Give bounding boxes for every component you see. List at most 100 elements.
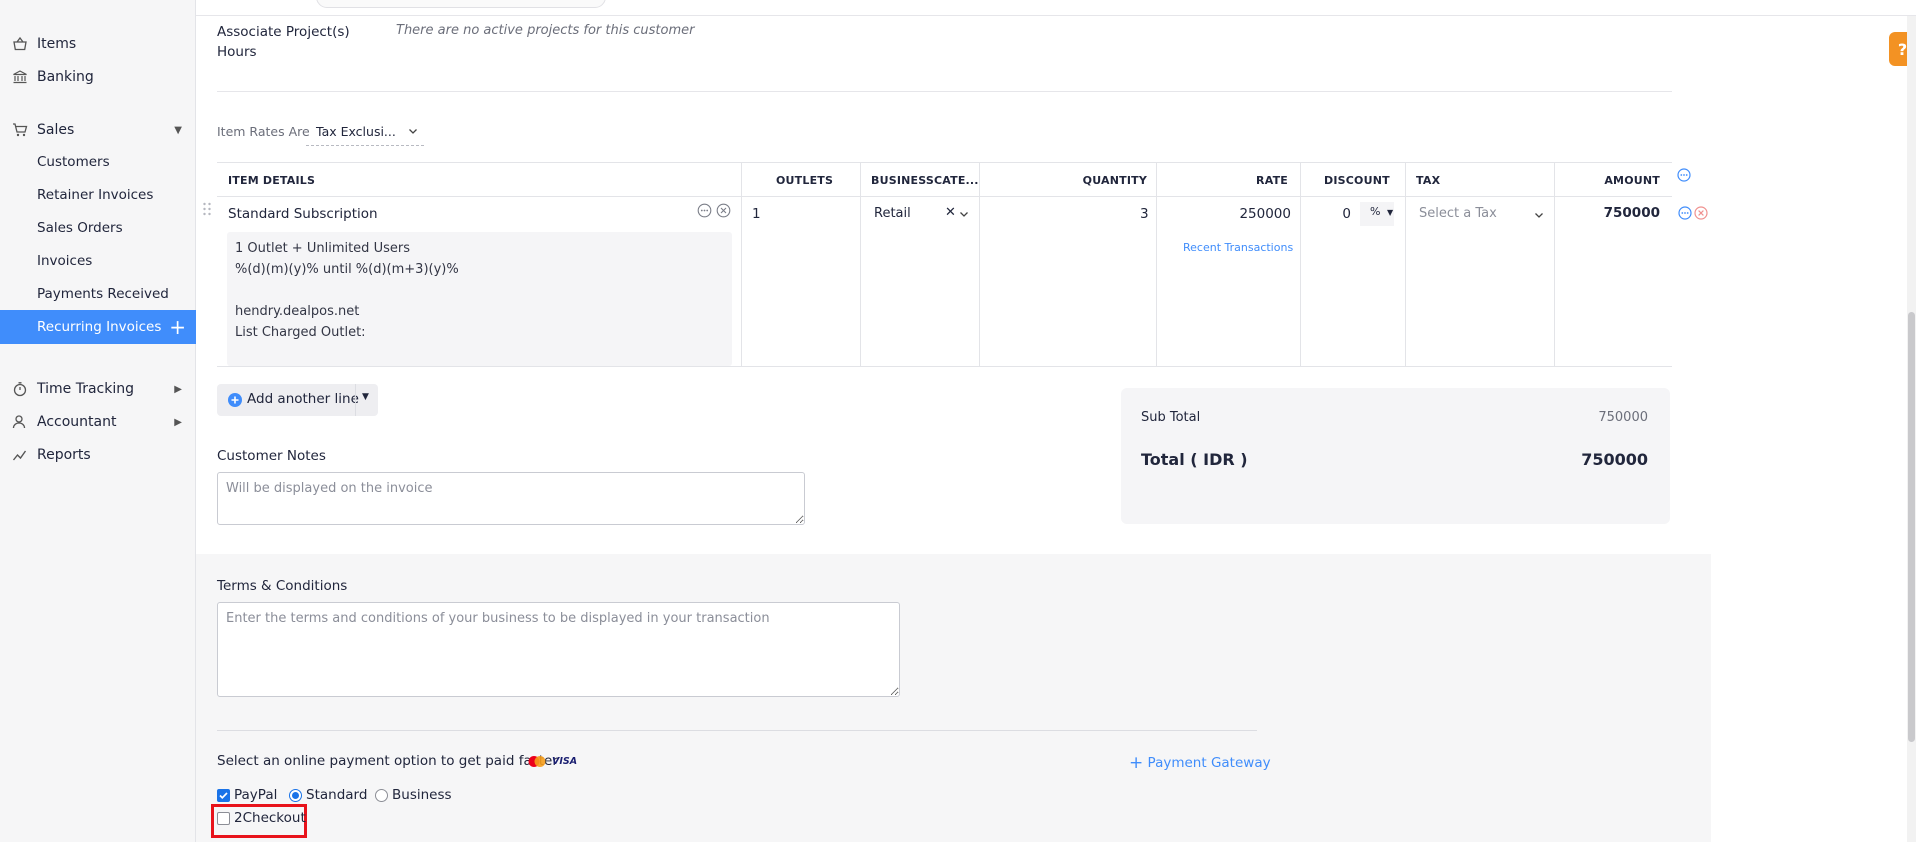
- sidebar-item-time-tracking[interactable]: Time Tracking ▶: [0, 373, 196, 405]
- item-rates-value: Tax Exclusi...: [316, 124, 396, 139]
- sidebar-item-label: Sales: [37, 122, 75, 138]
- sidebar-item-sales[interactable]: Sales ▼: [0, 114, 196, 146]
- drag-handle-icon[interactable]: [202, 201, 212, 221]
- description-line: List Charged Outlet:: [235, 325, 366, 340]
- accountant-icon: [11, 413, 29, 431]
- discount-unit-select[interactable]: % ▼: [1360, 202, 1394, 226]
- payment-gateway-label: Payment Gateway: [1147, 755, 1271, 771]
- sidebar-item-accountant[interactable]: Accountant ▶: [0, 406, 196, 438]
- item-rates-label: Item Rates Are: [217, 124, 310, 139]
- sidebar-item-banking[interactable]: Banking: [0, 61, 196, 93]
- rate-input[interactable]: 250000: [1215, 206, 1291, 222]
- items-table-header: ITEM DETAILS OUTLETS BUSINESSCATE... QUA…: [217, 162, 1672, 197]
- paypal-checkbox[interactable]: [217, 789, 230, 802]
- search-input[interactable]: [316, 0, 606, 8]
- totals-panel: Sub Total 750000 Total ( IDR ) 750000: [1121, 388, 1670, 524]
- caret-down-icon[interactable]: ▼: [362, 392, 369, 402]
- col-item-details: ITEM DETAILS: [228, 174, 316, 187]
- sub-total-label: Sub Total: [1141, 410, 1201, 425]
- item-name[interactable]: Standard Subscription: [228, 206, 378, 222]
- sidebar-item-label: Customers: [37, 154, 110, 170]
- terms-label: Terms & Conditions: [217, 578, 348, 594]
- add-another-line-label: Add another line: [247, 391, 359, 407]
- chevron-down-icon: [408, 124, 418, 139]
- description-line: 1 Outlet + Unlimited Users: [235, 241, 410, 256]
- divider: [217, 91, 1672, 92]
- sidebar-item-retainer-invoices[interactable]: Retainer Invoices: [0, 179, 196, 211]
- item-description[interactable]: 1 Outlet + Unlimited Users %(d)(m)(y)% u…: [227, 232, 732, 366]
- twocheckout-label: 2Checkout: [234, 810, 306, 826]
- description-line: [235, 280, 724, 301]
- outlets-input[interactable]: 1: [752, 206, 761, 222]
- sidebar-item-label: Invoices: [37, 253, 93, 269]
- scrollbar[interactable]: [1907, 16, 1916, 842]
- paypal-label: PayPal: [234, 787, 278, 803]
- paypal-standard-radio[interactable]: [289, 789, 302, 802]
- scrollbar-thumb[interactable]: [1908, 312, 1915, 742]
- item-more-icon[interactable]: [697, 203, 712, 222]
- row-options-icon[interactable]: [1678, 206, 1692, 224]
- basket-icon: [11, 35, 29, 53]
- visa-icon: VISA: [552, 756, 578, 767]
- associate-projects-value: There are no active projects for this cu…: [396, 23, 695, 38]
- sidebar-item-recurring-invoices[interactable]: Recurring Invoices +: [0, 310, 196, 344]
- item-clear-icon[interactable]: [716, 203, 731, 222]
- add-recurring-invoice-button[interactable]: +: [169, 317, 186, 337]
- divider: [217, 730, 1257, 731]
- caret-down-icon: ▼: [1386, 208, 1394, 217]
- sidebar-item-payments-received[interactable]: Payments Received: [0, 278, 196, 310]
- sidebar-item-customers[interactable]: Customers: [0, 146, 196, 178]
- sidebar-item-invoices[interactable]: Invoices: [0, 245, 196, 277]
- sidebar-item-label: Recurring Invoices: [37, 319, 162, 335]
- customer-notes-input[interactable]: [217, 472, 805, 525]
- description-line: %(d)(m)(y)% until %(d)(m+3)(y)%: [235, 262, 459, 277]
- mastercard-icon: [527, 755, 547, 772]
- business-label: Business: [392, 787, 452, 803]
- col-amount: AMOUNT: [1604, 174, 1660, 187]
- quantity-input[interactable]: 3: [1140, 206, 1149, 222]
- sidebar-item-reports[interactable]: Reports: [0, 439, 196, 471]
- chevron-down-icon[interactable]: [1534, 209, 1544, 224]
- clear-icon[interactable]: ✕: [945, 205, 956, 220]
- terms-input[interactable]: [217, 602, 900, 697]
- business-category-value: Retail: [874, 206, 911, 221]
- twocheckout-checkbox[interactable]: [217, 812, 230, 825]
- table-options-icon[interactable]: [1677, 168, 1691, 186]
- add-another-line-button[interactable]: Add another line ▼: [217, 384, 378, 416]
- sidebar-item-items[interactable]: Items: [0, 28, 196, 60]
- col-outlets: OUTLETS: [776, 174, 834, 187]
- associate-projects-label-line1: Associate Project(s): [217, 24, 350, 40]
- payment-gateway-link[interactable]: + Payment Gateway: [1129, 752, 1271, 773]
- recent-transactions-link[interactable]: Recent Transactions: [1183, 241, 1293, 254]
- plus-circle-icon: [228, 393, 242, 411]
- standard-label: Standard: [306, 787, 368, 803]
- sidebar-item-label: Accountant: [37, 414, 117, 430]
- remove-row-icon[interactable]: [1694, 206, 1708, 224]
- cart-icon: [11, 121, 29, 139]
- paypal-business-radio[interactable]: [375, 789, 388, 802]
- discount-unit-value: %: [1370, 205, 1381, 218]
- col-discount: DISCOUNT: [1324, 174, 1390, 187]
- associate-projects-label: Associate Project(s) Hours: [217, 22, 350, 62]
- divider: [355, 384, 356, 416]
- help-icon: ?: [1897, 39, 1908, 59]
- sidebar-item-label: Payments Received: [37, 286, 169, 302]
- sidebar-item-label: Time Tracking: [37, 381, 134, 397]
- sidebar-item-sales-orders[interactable]: Sales Orders: [0, 212, 196, 244]
- sidebar-item-label: Sales Orders: [37, 220, 123, 236]
- discount-input[interactable]: 0: [1339, 206, 1351, 222]
- chevron-right-icon: ▶: [174, 416, 182, 428]
- reports-icon: [11, 446, 29, 464]
- total-label: Total ( IDR ): [1141, 450, 1248, 469]
- sub-total-value: 750000: [1598, 410, 1648, 425]
- business-category-select[interactable]: Retail: [874, 206, 911, 221]
- col-tax: TAX: [1416, 174, 1441, 187]
- tax-select[interactable]: Select a Tax: [1419, 206, 1497, 221]
- chevron-down-icon[interactable]: [959, 208, 969, 223]
- item-rates-dropdown[interactable]: Tax Exclusi...: [306, 122, 424, 146]
- associate-projects-label-line2: Hours: [217, 44, 257, 60]
- total-value: 750000: [1581, 450, 1648, 469]
- chevron-right-icon: ▶: [174, 383, 182, 395]
- payment-prompt: Select an online payment option to get p…: [217, 753, 558, 769]
- stopwatch-icon: [11, 380, 29, 398]
